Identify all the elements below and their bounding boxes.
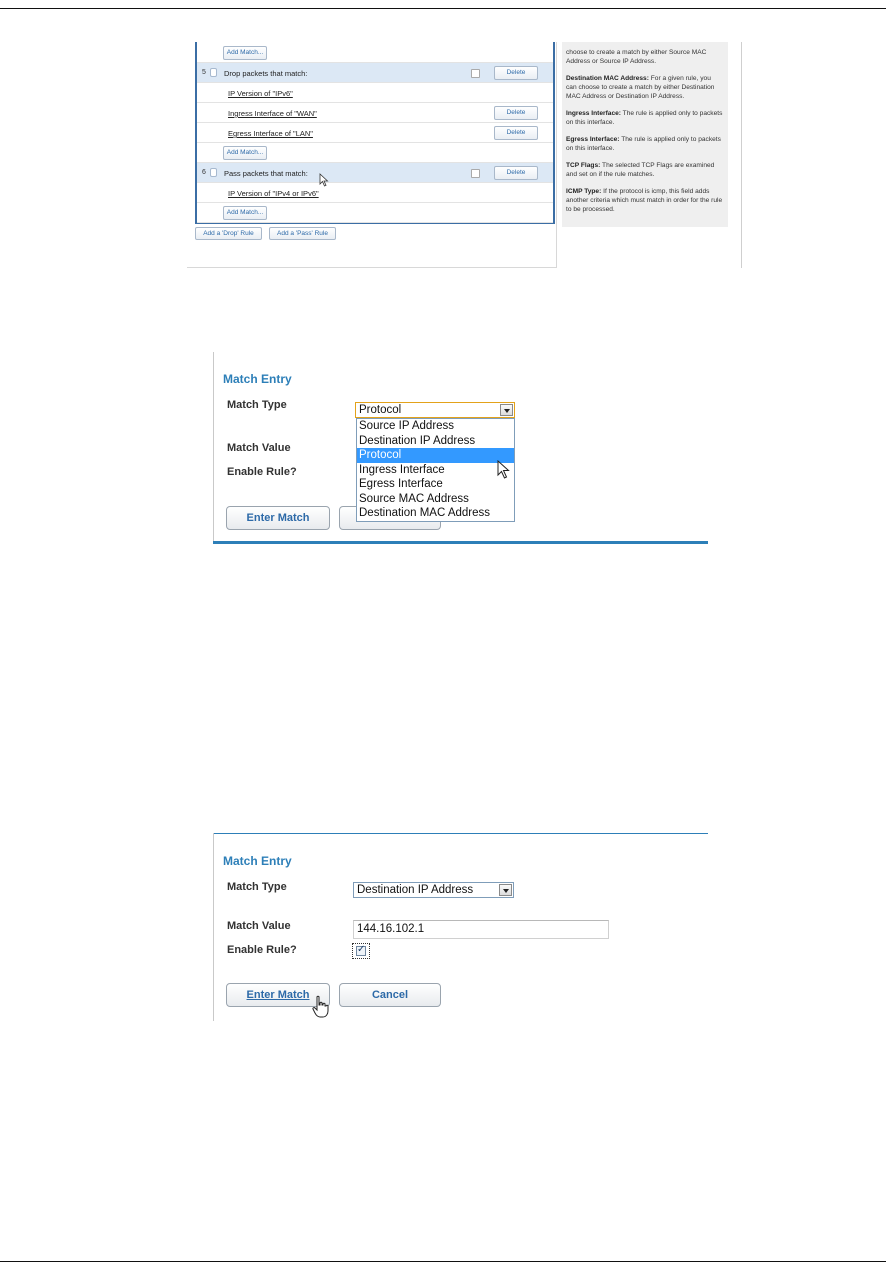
match-value-label: Match Value (227, 920, 291, 932)
match-type-option[interactable]: Source MAC Address (357, 492, 514, 507)
rule-number: 6 (202, 169, 206, 176)
enable-rule-checkbox[interactable] (352, 943, 370, 959)
help-text: choose to create a match by either Sourc… (566, 49, 707, 65)
page-bottom-rule (0, 1261, 886, 1262)
delete-button[interactable]: Delete (494, 166, 538, 180)
mouse-pointer-icon (319, 173, 329, 187)
match-type-option[interactable]: Ingress Interface (357, 463, 514, 478)
help-entry: TCP Flags: The selected TCP Flags are ex… (566, 161, 723, 179)
match-type-value: Destination IP Address (357, 884, 474, 896)
help-entry: choose to create a match by either Sourc… (566, 48, 723, 66)
add-pass-rule-button[interactable]: Add a 'Pass' Rule (269, 227, 336, 240)
panel-title: Match Entry (223, 372, 292, 386)
chevron-down-icon[interactable] (500, 404, 513, 416)
help-term: TCP Flags: (566, 162, 601, 169)
help-term: Ingress Interface: (566, 110, 621, 117)
help-term: Egress Interface: (566, 136, 620, 143)
firewall-rules-screenshot: Add Match... 5 Drop packets that match: Del… (187, 42, 743, 268)
reorder-arrows-icon[interactable] (210, 68, 217, 77)
enter-match-label: Enter Match (246, 989, 310, 1001)
rule-number: 5 (202, 69, 206, 76)
frame-left-border (213, 833, 214, 1021)
match-link[interactable]: Ingress Interface of "WAN" (228, 109, 317, 118)
match-type-option[interactable]: Destination IP Address (357, 434, 514, 449)
help-panel: choose to create a match by either Sourc… (562, 42, 728, 227)
delete-button[interactable]: Delete (494, 66, 538, 80)
rule-header-row: 6 Pass packets that match: Delete (197, 163, 553, 183)
rule-header-text: Drop packets that match: (224, 69, 308, 78)
match-entry-dropdown-screenshot: Match Entry Match Type Match Value Enabl… (213, 352, 708, 546)
help-term: Destination MAC Address: (566, 75, 649, 82)
enable-rule-label: Enable Rule? (227, 466, 297, 478)
match-link[interactable]: Egress Interface of "LAN" (228, 129, 313, 138)
reorder-arrows-icon[interactable] (210, 168, 217, 177)
add-match-row: Add Match... (197, 43, 553, 63)
add-match-button[interactable]: Add Match... (223, 46, 267, 60)
add-match-row: Add Match... (197, 143, 553, 163)
match-link[interactable]: IP Version of "IPv4 or IPv6" (228, 189, 319, 198)
match-row: Ingress Interface of "WAN" Delete (197, 103, 553, 123)
mouse-pointer-icon (497, 460, 510, 479)
help-entry: ICMP Type: If the protocol is icmp, this… (566, 187, 723, 214)
match-row: Egress Interface of "LAN" Delete (197, 123, 553, 143)
match-type-label: Match Type (227, 881, 287, 893)
match-type-options: Source IP Address Destination IP Address P… (356, 418, 515, 522)
rules-table: Add Match... 5 Drop packets that match: Del… (195, 42, 555, 224)
match-row: IP Version of "IPv4 or IPv6" (197, 183, 553, 203)
help-entry: Ingress Interface: The rule is applied o… (566, 109, 723, 127)
match-type-option[interactable]: Destination MAC Address (357, 506, 514, 521)
add-match-row: Add Match... (197, 203, 553, 223)
match-entry-filled-screenshot: Match Entry Match Type Match Value Enabl… (213, 833, 708, 1023)
cancel-button[interactable]: Cancel (339, 983, 441, 1007)
rule-enable-checkbox[interactable] (471, 69, 480, 78)
frame-left-border (213, 352, 214, 544)
rule-enable-checkbox[interactable] (471, 169, 480, 178)
match-type-select[interactable]: Destination IP Address (353, 882, 514, 898)
match-type-option[interactable]: Egress Interface (357, 477, 514, 492)
match-type-option[interactable]: Protocol (357, 448, 514, 463)
page-top-rule (0, 8, 886, 9)
match-row: IP Version of "IPv6" (197, 83, 553, 103)
rule-header-text: Pass packets that match: (224, 169, 308, 178)
match-type-value: Protocol (359, 404, 402, 416)
delete-button[interactable]: Delete (494, 106, 538, 120)
top-accent-line (213, 833, 708, 834)
match-type-select[interactable]: Protocol (355, 402, 515, 418)
help-entry: Egress Interface: The rule is applied on… (566, 135, 723, 153)
enter-match-button[interactable]: Enter Match (226, 506, 330, 530)
add-match-button[interactable]: Add Match... (223, 206, 267, 220)
side-divider (741, 42, 742, 268)
match-link[interactable]: IP Version of "IPv6" (228, 89, 293, 98)
match-type-label: Match Type (227, 399, 287, 411)
panel-title: Match Entry (223, 854, 292, 868)
chevron-down-icon[interactable] (499, 884, 512, 896)
hand-pointer-icon (312, 995, 329, 1018)
enable-rule-label: Enable Rule? (227, 944, 297, 956)
bottom-accent-bar (213, 541, 708, 544)
match-value-label: Match Value (227, 442, 291, 454)
add-drop-rule-button[interactable]: Add a 'Drop' Rule (195, 227, 262, 240)
add-match-button[interactable]: Add Match... (223, 146, 267, 160)
help-term: ICMP Type: (566, 188, 602, 195)
checkmark-icon[interactable] (356, 944, 366, 956)
match-type-option[interactable]: Source IP Address (357, 419, 514, 434)
match-value-input[interactable]: 144.16.102.1 (353, 920, 609, 939)
help-entry: Destination MAC Address: For a given rul… (566, 74, 723, 101)
delete-button[interactable]: Delete (494, 126, 538, 140)
rule-header-row: 5 Drop packets that match: Delete (197, 63, 553, 83)
